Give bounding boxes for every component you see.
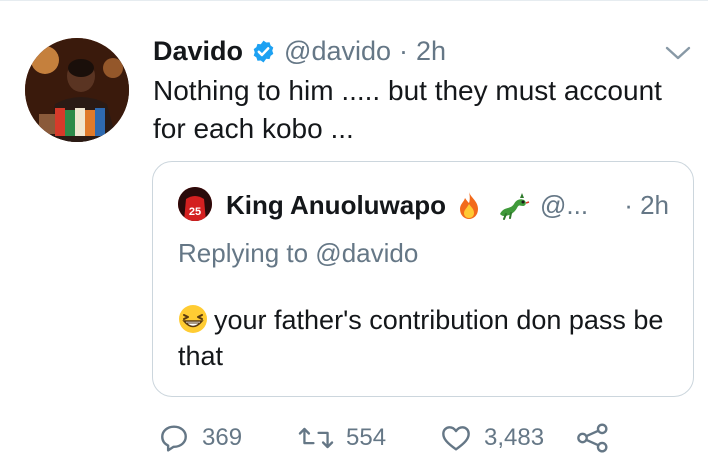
separator-dot: · — [399, 35, 409, 66]
like-button[interactable]: 3,483 — [440, 420, 544, 456]
tweet-text: Nothing to him ..... but they must accou… — [153, 75, 662, 144]
quoted-tweet-body: your father's contribution don pass be t… — [178, 305, 664, 371]
retweet-button[interactable]: 554 — [298, 420, 386, 456]
chevron-down-icon[interactable] — [664, 44, 692, 62]
tweet-header: Davido @davido · 2h — [153, 34, 446, 68]
grinning-squinting-emoji-icon — [178, 304, 208, 334]
quoted-tweet-text: your father's contribution don pass be t… — [178, 302, 668, 374]
tweet-timestamp[interactable]: 2h — [416, 36, 446, 67]
retweet-count: 554 — [346, 424, 387, 451]
dragon-emoji-icon — [496, 190, 530, 220]
quoted-author-avatar[interactable]: 25 — [178, 187, 212, 221]
quoted-author-name[interactable]: King Anuoluwapo — [226, 190, 446, 221]
like-count: 3,483 — [484, 424, 545, 451]
reply-button[interactable]: 369 — [158, 420, 242, 456]
reply-icon — [161, 425, 187, 452]
heart-icon — [442, 426, 470, 451]
quoted-tweet-card[interactable]: 25 King Anuoluwapo @... · 2h Replying to… — [152, 161, 694, 397]
avatar-jersey-number: 25 — [189, 206, 201, 218]
quoted-tweet-timestamp[interactable]: · 2h — [624, 188, 669, 222]
share-icon — [577, 423, 608, 453]
author-handle[interactable]: @davido — [284, 36, 391, 67]
retweet-icon — [298, 427, 334, 449]
fire-emoji-icon — [456, 190, 482, 220]
author-name[interactable]: Davido — [153, 36, 243, 67]
quoted-author-handle[interactable]: @... — [540, 190, 588, 221]
share-button[interactable] — [576, 420, 622, 456]
quoted-tweet-header: King Anuoluwapo @... — [226, 188, 588, 222]
author-avatar[interactable] — [25, 38, 129, 142]
replying-to-label[interactable]: Replying to @davido — [178, 238, 418, 269]
verified-badge-icon — [251, 39, 276, 64]
top-divider — [0, 0, 708, 1]
tweet-actions-bar: 369 554 3,483 — [158, 420, 628, 456]
reply-count: 369 — [202, 424, 243, 451]
